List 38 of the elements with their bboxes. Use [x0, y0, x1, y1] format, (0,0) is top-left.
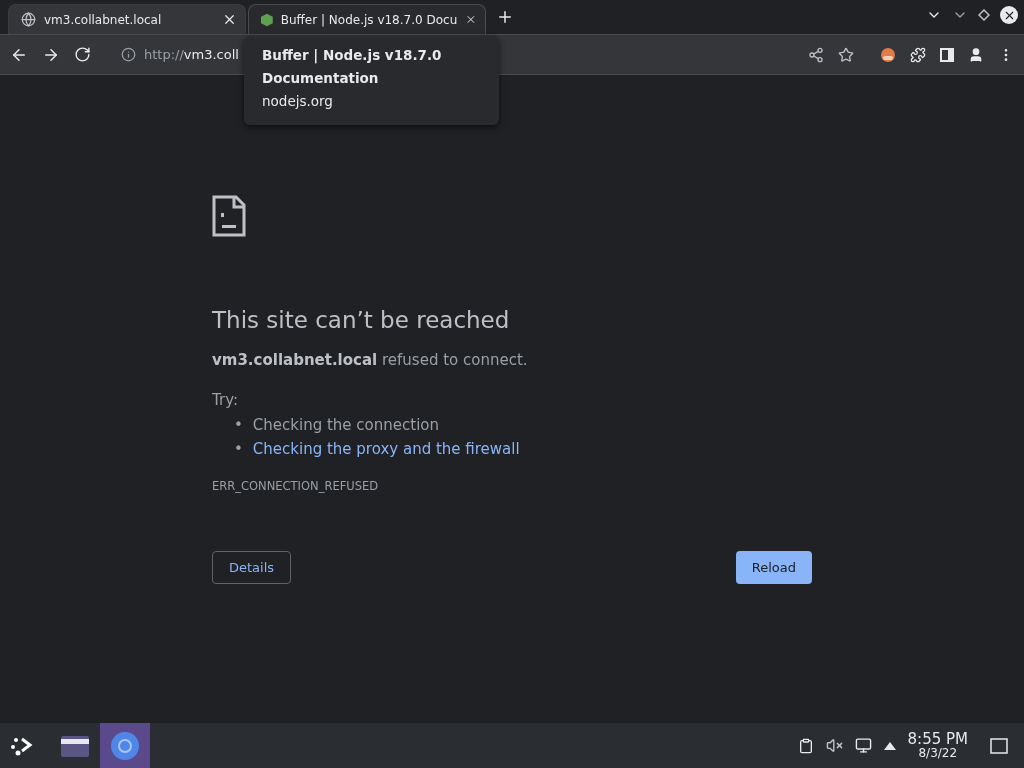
tooltip-host: nodejs.org: [262, 92, 334, 111]
suggestion-text: Checking the connection: [252, 415, 439, 436]
hexagon-icon: [261, 11, 273, 28]
browser-icon: [110, 730, 140, 761]
browser-tab[interactable]: vm3.collabnet.local: [8, 4, 246, 34]
error-heading: This site can’t be reached: [212, 307, 511, 333]
error-code: ERR_CONNECTION_REFUSED: [212, 479, 380, 493]
clock-time: 8:55 PM: [907, 731, 968, 747]
browser-tab[interactable]: Buffer | Node.js v18.7.0 Docu: [248, 4, 486, 34]
reload-icon[interactable]: [74, 46, 91, 63]
info-icon[interactable]: [121, 47, 136, 62]
sad-page-icon: [212, 195, 246, 237]
tab-title: vm3.collabnet.local: [44, 12, 163, 27]
folder-icon: [60, 733, 90, 758]
star-icon[interactable]: [838, 46, 854, 63]
suggestion-link[interactable]: Checking the proxy and the firewall: [252, 437, 520, 461]
extensions-icon[interactable]: [910, 46, 926, 63]
side-panel-icon[interactable]: [940, 47, 954, 62]
maximize-icon[interactable]: [978, 9, 990, 21]
reload-button[interactable]: Reload: [735, 551, 812, 584]
caret-up-icon[interactable]: [883, 741, 896, 750]
close-icon[interactable]: [222, 12, 237, 27]
try-label: Try:: [212, 391, 239, 409]
share-icon[interactable]: [808, 46, 824, 63]
globe-icon: [21, 12, 36, 27]
clock-date: 8/3/22: [918, 747, 958, 760]
details-button[interactable]: Details: [212, 551, 292, 584]
bullet: •: [234, 439, 243, 460]
close-window-icon[interactable]: [1000, 6, 1018, 24]
bullet: •: [234, 415, 243, 436]
error-message: vm3.collabnet.local refused to connect.: [212, 351, 529, 369]
tab-title: Buffer | Node.js v18.7.0 Docu: [280, 12, 458, 27]
show-desktop-icon[interactable]: [990, 737, 1008, 754]
new-tab-icon[interactable]: [496, 8, 514, 26]
address-field[interactable]: http://vm3.coll: [144, 47, 239, 62]
clipboard-icon[interactable]: [797, 737, 814, 754]
profile-icon[interactable]: [968, 46, 984, 63]
muted-speaker-icon[interactable]: [825, 737, 843, 754]
